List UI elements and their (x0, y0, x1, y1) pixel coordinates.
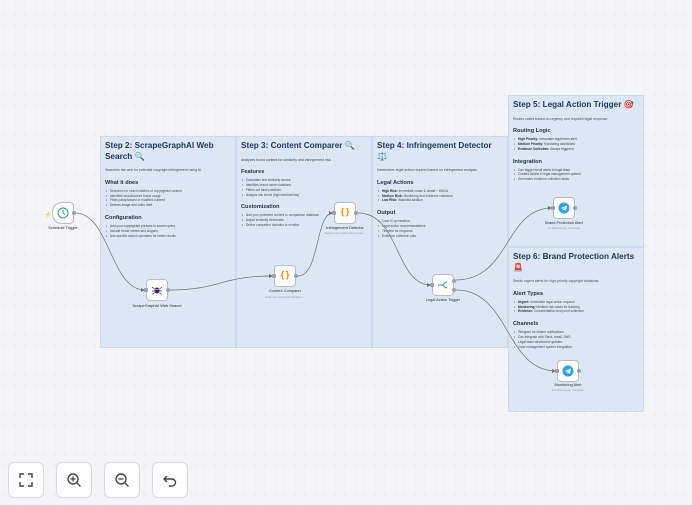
output-port-1[interactable] (452, 279, 456, 283)
input-port[interactable] (332, 211, 336, 215)
input-port[interactable] (551, 206, 555, 210)
connection-trigger-to-brand-alert (455, 207, 553, 281)
zoom-in-button[interactable] (56, 462, 92, 498)
node-label: ScrapeGraphAI Web Search (132, 303, 182, 308)
zoom-out-icon (115, 473, 129, 487)
output-port[interactable] (573, 206, 577, 210)
output-port[interactable] (72, 211, 76, 215)
input-port[interactable] (144, 288, 148, 292)
input-port[interactable] (555, 369, 559, 373)
schedule-trigger-node[interactable]: ⚡ (45, 202, 76, 224)
connection-detector-to-trigger (357, 212, 432, 286)
node-subtitle: Analyzes potential infringem... (264, 295, 306, 299)
fit-view-icon (19, 473, 33, 487)
node-label: Schedule Trigger (48, 225, 78, 230)
legal-action-trigger-node[interactable] (430, 274, 456, 296)
code-icon: {} (279, 271, 291, 281)
zoom-out-button[interactable] (104, 462, 140, 498)
fit-view-button[interactable] (8, 462, 44, 498)
output-port[interactable] (354, 211, 358, 215)
node-label: Content Comparer (268, 288, 301, 293)
spider-icon (151, 286, 163, 295)
trigger-bolt-icon: ⚡ (45, 212, 52, 218)
input-port[interactable] (272, 274, 276, 278)
brand-protection-alert-node[interactable] (551, 197, 577, 219)
monitoring-alert-node[interactable] (555, 360, 581, 382)
output-port[interactable] (166, 288, 170, 292)
clock-icon (57, 207, 69, 219)
connection-comparer-to-detector (297, 212, 334, 277)
workflow-canvas[interactable]: Step 2: ScrapeGraphAI Web Search 🔍 Search… (0, 0, 692, 505)
input-port[interactable] (430, 283, 434, 287)
node-subtitle: sendMessage: message (551, 388, 585, 392)
scrapegraphai-node[interactable] (144, 279, 170, 301)
undo-icon (163, 475, 177, 487)
content-comparer-node[interactable]: {} (272, 265, 298, 287)
connection-schedule-to-scrape (74, 212, 146, 291)
connections-layer (74, 206, 557, 373)
reset-zoom-button[interactable] (152, 462, 188, 498)
zoom-in-icon (67, 473, 81, 487)
output-port[interactable] (577, 369, 581, 373)
telegram-icon (558, 202, 570, 214)
connection-scrape-to-comparer (169, 275, 274, 291)
node-subtitle: sendMessage: message (547, 226, 581, 230)
node-subtitle: Determines legal action need... (324, 231, 366, 235)
code-icon: {} (339, 208, 351, 218)
infringement-detector-node[interactable]: {} (332, 202, 358, 224)
route-icon (438, 281, 448, 289)
output-port-2[interactable] (452, 288, 456, 292)
node-label: Legal Action Trigger (425, 297, 461, 302)
output-port[interactable] (294, 274, 298, 278)
telegram-icon (562, 365, 574, 377)
